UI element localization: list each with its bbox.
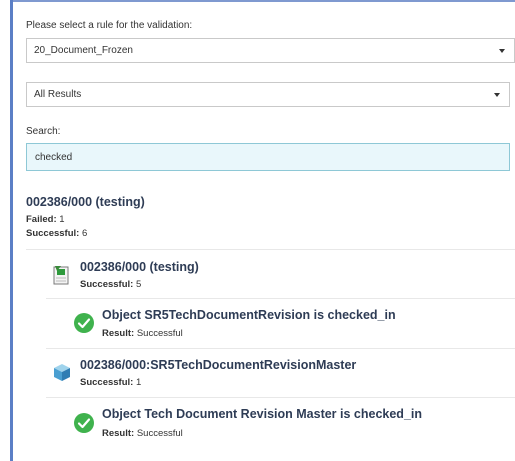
cube-icon: [52, 362, 72, 382]
window-frame-left: [10, 0, 13, 461]
rule-select[interactable]: 20_Document_Frozen: [26, 38, 515, 63]
chevron-down-icon[interactable]: [494, 93, 500, 97]
root-failed-label: Failed:: [26, 214, 57, 225]
root-successful-value: 6: [81, 228, 88, 239]
check-result-label: Result:: [102, 428, 135, 439]
check-result-title[interactable]: Object Tech Document Revision Master is …: [102, 407, 422, 421]
master-successful-label: Successful:: [80, 377, 134, 388]
search-input-value: checked: [35, 152, 73, 163]
document-successful-value: 5: [135, 279, 142, 290]
document-successful-label: Successful:: [80, 279, 134, 290]
check-result-status: Result: Successful: [102, 428, 183, 439]
check-result-label: Result:: [102, 328, 135, 339]
divider: [26, 249, 515, 250]
rule-select-value: 20_Document_Frozen: [34, 45, 133, 56]
divider: [46, 298, 515, 299]
divider: [46, 397, 515, 398]
search-label: Search:: [26, 126, 61, 137]
master-successful-count: Successful: 1: [80, 377, 141, 388]
validation-panel: Please select a rule for the validation:…: [26, 0, 515, 461]
check-circle-icon: [74, 313, 94, 333]
document-icon: [52, 265, 70, 285]
root-failed-count: Failed: 1: [26, 214, 65, 225]
rule-label: Please select a rule for the validation:: [26, 20, 193, 31]
master-successful-value: 1: [135, 377, 142, 388]
root-successful-label: Successful:: [26, 228, 80, 239]
root-node-title[interactable]: 002386/000 (testing): [26, 195, 145, 209]
search-input[interactable]: checked: [26, 143, 510, 171]
check-result-status: Result: Successful: [102, 328, 183, 339]
root-successful-count: Successful: 6: [26, 228, 87, 239]
document-node-title[interactable]: 002386/000 (testing): [80, 260, 199, 274]
master-node-title[interactable]: 002386/000:SR5TechDocumentRevisionMaster: [80, 358, 356, 372]
check-result-value: Successful: [136, 428, 183, 439]
check-circle-icon: [74, 413, 94, 433]
filter-select[interactable]: All Results: [26, 82, 510, 107]
check-result-title[interactable]: Object SR5TechDocumentRevision is checke…: [102, 308, 396, 322]
root-failed-value: 1: [59, 214, 65, 225]
divider: [46, 348, 515, 349]
check-result-value: Successful: [136, 328, 183, 339]
filter-select-value: All Results: [34, 89, 82, 100]
chevron-down-icon[interactable]: [499, 49, 505, 53]
document-successful-count: Successful: 5: [80, 279, 141, 290]
